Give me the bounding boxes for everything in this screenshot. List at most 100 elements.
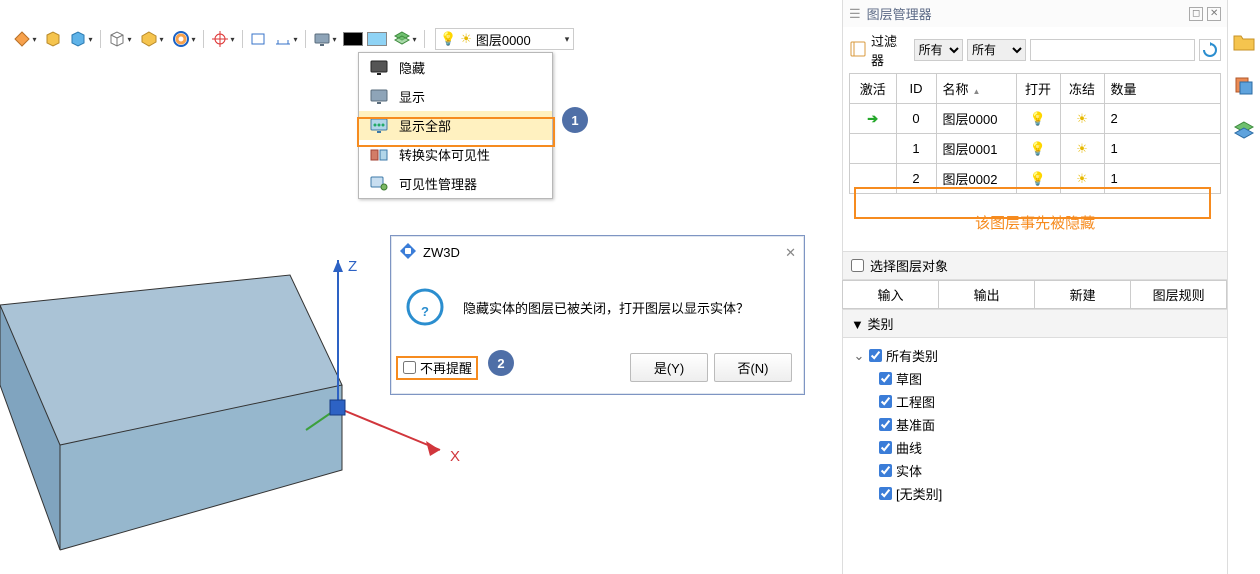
panel-side-tabs <box>1228 0 1260 574</box>
tool-cube-blue[interactable]: ▾ <box>66 28 96 50</box>
no-button[interactable]: 否(N) <box>714 353 792 382</box>
tool-wire-cube[interactable]: ▾ <box>105 28 135 50</box>
filter-select-2[interactable]: 所有 <box>967 39 1026 61</box>
tool-circle-orange[interactable]: ▾ <box>169 28 199 50</box>
main-toolbar: ▾ ▾ ▾ ▾ ▾ ▾ ▾ ▾ ▾ 💡 ☀ 图层0000 ▾ <box>10 28 574 50</box>
tool-hex-yellow[interactable]: ▾ <box>137 28 167 50</box>
restore-button[interactable]: ◻ <box>1189 7 1203 21</box>
bulb-on-icon[interactable]: 💡 <box>1030 111 1046 126</box>
menu-label: 隐藏 <box>399 58 425 77</box>
select-obj-label: 选择图层对象 <box>870 256 948 275</box>
confirm-dialog: ZW3D ✕ ? 隐藏实体的图层已被关闭，打开图层以显示实体？ 不再提醒 是(Y… <box>390 235 805 395</box>
tree-item[interactable]: 实体 <box>853 459 1217 482</box>
menu-vis-manager[interactable]: 可见性管理器 <box>359 169 552 198</box>
menu-label: 可见性管理器 <box>399 174 477 193</box>
menu-toggle-vis[interactable]: 转换实体可见性 <box>359 140 552 169</box>
sun-icon[interactable]: ☀ <box>1076 171 1088 186</box>
tree-item[interactable]: [无类别] <box>853 482 1217 505</box>
dialog-title-bar[interactable]: ZW3D ✕ <box>391 236 804 269</box>
close-button[interactable]: ✕ <box>785 245 796 261</box>
table-row[interactable]: 2 图层0002 💡 ☀ 1 <box>850 164 1221 194</box>
swatch-black[interactable] <box>342 28 364 50</box>
col-open[interactable]: 打开 <box>1016 74 1060 104</box>
display-dropdown: 隐藏 显示 显示全部 转换实体可见性 可见性管理器 <box>358 52 553 199</box>
files-icon[interactable] <box>1232 74 1256 98</box>
sort-asc-icon: ▲ <box>973 87 981 96</box>
dialog-title: ZW3D <box>423 245 460 260</box>
layer-combo[interactable]: 💡 ☀ 图层0000 ▾ <box>435 28 574 50</box>
question-icon: ? <box>405 287 445 327</box>
separator <box>242 30 243 48</box>
tool-target[interactable]: ▾ <box>208 28 238 50</box>
monitor-all-icon <box>369 117 389 135</box>
categories-header[interactable]: ▼ 类别 <box>843 309 1227 338</box>
menu-show[interactable]: 显示 <box>359 82 552 111</box>
panel-title-bar[interactable]: ☰ 图层管理器 ◻ ✕ <box>843 0 1227 27</box>
dialog-message: 隐藏实体的图层已被关闭，打开图层以显示实体？ <box>463 298 749 317</box>
separator <box>424 30 425 48</box>
callout-1: 1 <box>562 107 588 133</box>
menu-show-all[interactable]: 显示全部 <box>359 111 552 140</box>
rules-button[interactable]: 图层规则 <box>1130 280 1227 309</box>
layer-grid[interactable]: 激活 ID 名称▲ 打开 冻结 数量 ➔ 0 图层0000 💡 ☀ 2 <box>849 73 1221 194</box>
new-button[interactable]: 新建 <box>1034 280 1131 309</box>
tool-cube-yellow[interactable] <box>42 28 64 50</box>
layers-icon[interactable] <box>1232 118 1256 142</box>
menu-hide[interactable]: 隐藏 <box>359 53 552 82</box>
menu-label: 转换实体可见性 <box>399 145 490 164</box>
svg-text:?: ? <box>421 304 429 319</box>
table-row[interactable]: 1 图层0001 💡 ☀ 1 <box>850 134 1221 164</box>
close-button[interactable]: ✕ <box>1207 7 1221 21</box>
scene-3d <box>0 250 450 570</box>
swatch-blue[interactable] <box>366 28 388 50</box>
tree-root[interactable]: ⌄ 所有类别 <box>853 344 1217 367</box>
tool-display[interactable]: ▾ <box>310 28 340 50</box>
tool-rect[interactable] <box>247 28 269 50</box>
category-tree[interactable]: ⌄ 所有类别 草图 工程图 基准面 曲线 实体 [无类别] <box>843 338 1227 511</box>
filter-select-1[interactable]: 所有 <box>914 39 963 61</box>
select-obj-row[interactable]: 选择图层对象 <box>843 251 1227 280</box>
tool-measure[interactable]: ▾ <box>271 28 301 50</box>
import-button[interactable]: 输入 <box>842 280 939 309</box>
yes-button[interactable]: 是(Y) <box>630 353 708 382</box>
tree-item[interactable]: 工程图 <box>853 390 1217 413</box>
hidden-layer-note: 该图层事先被隐藏 <box>843 212 1227 233</box>
tool-orange-diamond[interactable]: ▾ <box>10 28 40 50</box>
collapse-icon[interactable]: ⌄ <box>853 348 865 364</box>
export-button[interactable]: 输出 <box>938 280 1035 309</box>
layer-manager-panel: ☰ 图层管理器 ◻ ✕ 过滤器 所有 所有 激活 ID 名称▲ 打开 冻结 <box>842 0 1260 574</box>
separator <box>203 30 204 48</box>
bulb-off-icon[interactable]: 💡 <box>1030 171 1046 186</box>
tree-item[interactable]: 基准面 <box>853 413 1217 436</box>
col-count[interactable]: 数量 <box>1104 74 1221 104</box>
folder-icon[interactable] <box>1232 30 1256 54</box>
menu-label: 显示全部 <box>399 116 451 135</box>
filter-input[interactable] <box>1030 39 1195 61</box>
tool-layers-stack[interactable]: ▾ <box>390 28 420 50</box>
separator <box>305 30 306 48</box>
filter-icon[interactable] <box>849 40 867 61</box>
tree-item[interactable]: 曲线 <box>853 436 1217 459</box>
separator <box>100 30 101 48</box>
col-name[interactable]: 名称▲ <box>936 74 1016 104</box>
bulb-on-icon[interactable]: 💡 <box>1030 141 1046 156</box>
col-active[interactable]: 激活 <box>850 74 896 104</box>
col-freeze[interactable]: 冻结 <box>1060 74 1104 104</box>
manager-icon <box>369 175 389 193</box>
sun-icon[interactable]: ☀ <box>1076 141 1088 156</box>
sun-icon: ☀ <box>460 31 472 47</box>
tree-item[interactable]: 草图 <box>853 367 1217 390</box>
col-id[interactable]: ID <box>896 74 936 104</box>
axis-x-label: X <box>450 448 460 465</box>
sun-icon[interactable]: ☀ <box>1076 111 1088 126</box>
select-obj-checkbox[interactable] <box>851 259 864 272</box>
refresh-button[interactable] <box>1199 39 1221 61</box>
chevron-down-icon: ▾ <box>565 34 570 45</box>
table-row[interactable]: ➔ 0 图层0000 💡 ☀ 2 <box>850 104 1221 134</box>
viewport[interactable]: Z X <box>0 250 450 570</box>
drag-handle-icon: ☰ <box>849 6 861 22</box>
dont-remind-label: 不再提醒 <box>420 358 472 377</box>
monitor-dark-icon <box>369 59 389 77</box>
dont-remind-checkbox[interactable]: 不再提醒 <box>403 358 472 377</box>
active-arrow-icon: ➔ <box>867 111 878 126</box>
